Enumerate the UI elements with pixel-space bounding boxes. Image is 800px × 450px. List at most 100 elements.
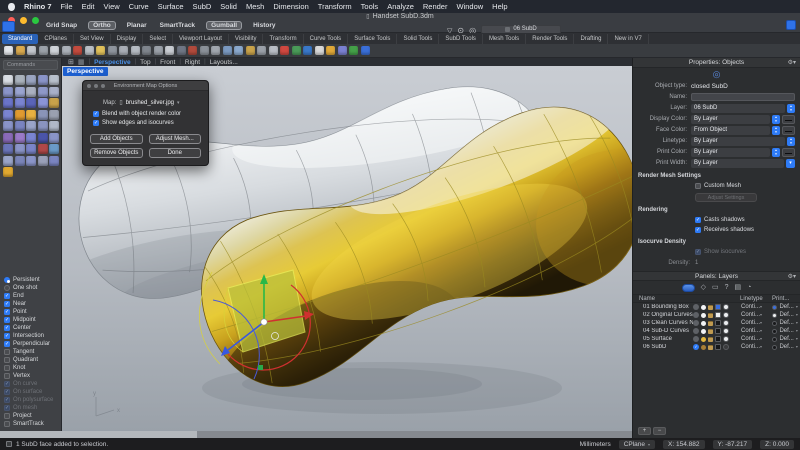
layer-row-04-sub-d-curves[interactable]: 04 Sub-D CurvesConti...Def... — [633, 327, 800, 335]
print-color-select[interactable]: By Layer — [691, 148, 770, 157]
layer-color-swatch[interactable] — [715, 336, 721, 342]
tab-set-view[interactable]: Set View — [74, 34, 111, 44]
patch-tool-icon[interactable] — [49, 98, 59, 108]
rotate-view-icon[interactable] — [131, 46, 140, 55]
menu-render[interactable]: Render — [423, 2, 448, 11]
polygon-tool-icon[interactable] — [26, 87, 36, 97]
layer-linetype[interactable]: Conti... — [741, 312, 772, 318]
layer-linetype[interactable]: Conti... — [741, 328, 772, 334]
blend-with-object-render-color-checkbox[interactable] — [93, 111, 99, 117]
material-icon[interactable] — [723, 312, 729, 318]
print-icon[interactable] — [39, 46, 48, 55]
dialog-close-icon[interactable] — [87, 84, 91, 88]
lock-icon[interactable] — [708, 313, 713, 318]
viewport-tab-top[interactable]: Top — [140, 59, 150, 66]
tab-viewport-layout[interactable]: Viewport Layout — [173, 34, 229, 44]
help-icon[interactable] — [725, 284, 729, 292]
fillet-edge-tool-icon[interactable] — [26, 121, 36, 131]
join-icon[interactable] — [211, 46, 220, 55]
extend-icon[interactable] — [257, 46, 266, 55]
shell-tool-icon[interactable] — [49, 121, 59, 131]
hide-icon[interactable] — [315, 46, 324, 55]
layer-print[interactable]: Def... — [772, 312, 800, 318]
offset-icon[interactable] — [280, 46, 289, 55]
help-icon[interactable] — [361, 46, 370, 55]
revolve-tool-icon[interactable] — [38, 98, 48, 108]
subd-box-tool-icon[interactable] — [3, 133, 13, 143]
menu-mesh[interactable]: Mesh — [246, 2, 264, 11]
lock-icon[interactable] — [708, 321, 713, 326]
toggle-planar[interactable]: Planar — [125, 21, 149, 30]
show-isocurves-checkbox[interactable] — [695, 249, 701, 255]
save-icon[interactable] — [27, 46, 36, 55]
linetype-stepper-icon[interactable] — [787, 137, 795, 146]
column-name[interactable]: Name — [633, 296, 740, 302]
clipping-icon[interactable] — [747, 284, 751, 292]
layer-print[interactable]: Def... — [772, 336, 800, 342]
lock-icon[interactable] — [708, 345, 713, 350]
osnap-quadrant-checkbox[interactable] — [4, 357, 10, 363]
rectangle-tool-icon[interactable] — [15, 87, 25, 97]
minimize-window-icon[interactable] — [20, 17, 27, 24]
tab-display[interactable]: Display — [111, 34, 144, 44]
osnap-vertex-checkbox[interactable] — [4, 373, 10, 379]
copy-icon[interactable] — [62, 46, 71, 55]
object-properties-icon[interactable] — [633, 68, 800, 81]
menu-curve[interactable]: Curve — [129, 2, 149, 11]
add-objects-button[interactable]: Add Objects — [90, 134, 143, 144]
dialog-minimize-icon[interactable] — [94, 84, 98, 88]
layer-color-swatch[interactable] — [715, 320, 721, 326]
tab-surface-tools[interactable]: Surface Tools — [348, 34, 397, 44]
subd-bridge-tool-icon[interactable] — [38, 133, 48, 143]
trim-icon[interactable] — [234, 46, 243, 55]
split-icon[interactable] — [246, 46, 255, 55]
toggle-gumball[interactable]: Gumball — [206, 21, 242, 30]
tab-drafting[interactable]: Drafting — [574, 34, 608, 44]
cylinder-tool-icon[interactable] — [26, 110, 36, 120]
tab-select[interactable]: Select — [143, 34, 173, 44]
layer-row-03-clean-curves-nu[interactable]: 03 Clean Curves NU...Conti...Def... — [633, 319, 800, 327]
print-width-select[interactable]: By Layer — [691, 159, 784, 168]
menu-tools[interactable]: Tools — [361, 2, 379, 11]
undo-icon[interactable] — [96, 46, 105, 55]
osnap-tangent-checkbox[interactable] — [4, 349, 10, 355]
current-layer-indicator[interactable] — [693, 312, 699, 318]
curve-tool-icon[interactable] — [26, 75, 36, 85]
layer-print[interactable]: Def... — [772, 304, 800, 310]
density-value[interactable]: 1 — [695, 260, 698, 266]
tab-cplanes[interactable]: CPlanes — [38, 34, 74, 44]
print-color-stepper-icon[interactable] — [772, 148, 780, 157]
name-field[interactable] — [691, 93, 795, 101]
lightbulb-icon[interactable] — [701, 313, 706, 318]
viewport-tab-right[interactable]: Right — [185, 59, 200, 66]
zoom-extents-icon[interactable] — [154, 46, 163, 55]
lock-icon[interactable] — [708, 329, 713, 334]
pan-icon[interactable] — [119, 46, 128, 55]
boolean-diff-tool-icon[interactable] — [15, 121, 25, 131]
material-icon[interactable] — [723, 328, 729, 334]
add-layer-button[interactable]: + — [638, 427, 651, 435]
face-color-swatch[interactable] — [782, 126, 795, 135]
menu-rhino-7[interactable]: Rhino 7 — [24, 2, 52, 11]
gear-icon[interactable] — [788, 59, 796, 66]
column-print[interactable]: Print... — [772, 296, 800, 302]
subd-stitch-tool-icon[interactable] — [49, 133, 59, 143]
material-icon[interactable] — [723, 336, 729, 342]
osnap-perpendicular-checkbox[interactable] — [4, 341, 10, 347]
dialog-title-bar[interactable]: Environment Map Options — [83, 81, 208, 91]
viewport-tab-front[interactable]: Front — [160, 59, 175, 66]
analyze-tool-icon[interactable] — [38, 144, 48, 154]
delete-layer-button[interactable]: − — [653, 427, 666, 435]
move-icon[interactable] — [165, 46, 174, 55]
lightbulb-icon[interactable] — [701, 337, 706, 342]
print-color-swatch[interactable] — [782, 148, 795, 157]
remove-objects-button[interactable]: Remove Objects — [90, 148, 143, 158]
osnap-end-checkbox[interactable] — [4, 293, 10, 299]
tab-mesh-tools[interactable]: Mesh Tools — [483, 34, 526, 44]
menu-surface[interactable]: Surface — [158, 2, 184, 11]
osnap-smarttrack-checkbox[interactable] — [4, 421, 10, 427]
menu-dimension[interactable]: Dimension — [273, 2, 308, 11]
menu-file[interactable]: File — [61, 2, 73, 11]
osnap-point-checkbox[interactable] — [4, 309, 10, 315]
lightbulb-icon[interactable] — [701, 329, 706, 334]
